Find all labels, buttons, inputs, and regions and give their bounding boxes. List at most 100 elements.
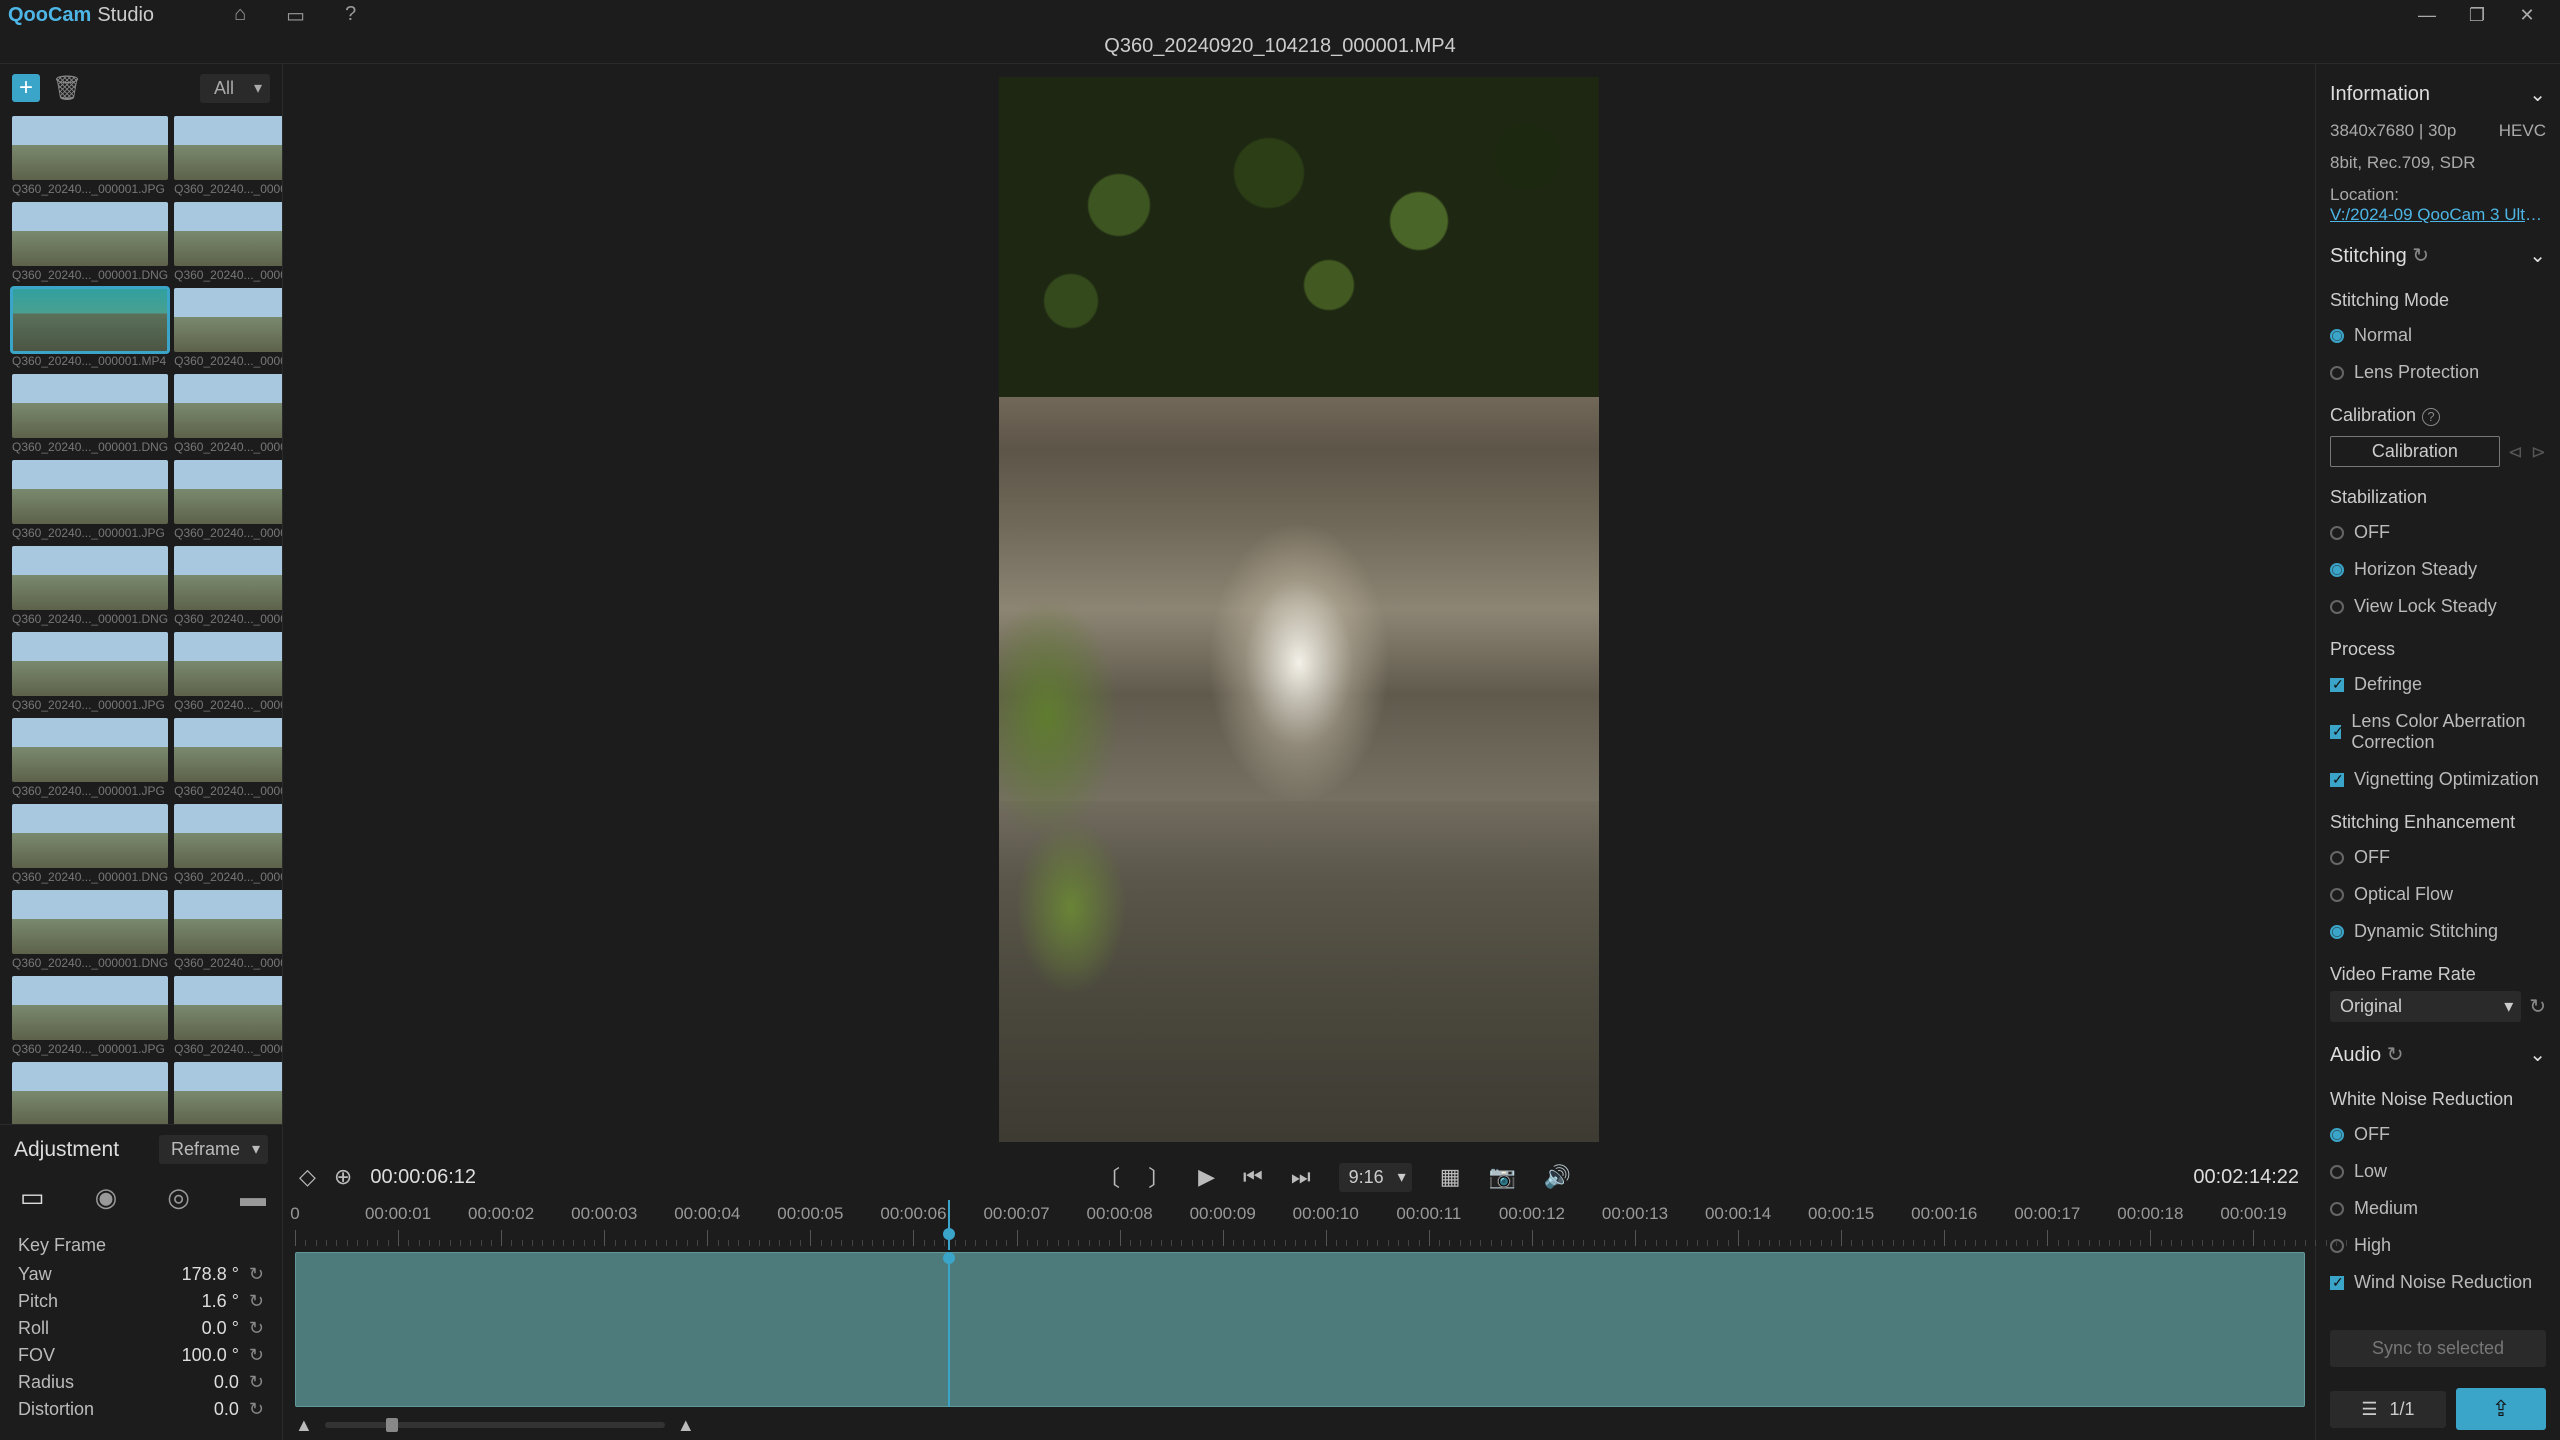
zoom-out-icon[interactable]: ▲: [295, 1415, 313, 1436]
delete-media-button[interactable]: 🗑: [52, 74, 82, 103]
enhance-opticalflow[interactable]: Optical Flow: [2330, 884, 2546, 905]
close-icon[interactable]: ✕: [2502, 5, 2552, 26]
param-fov[interactable]: FOV100.0 °↻: [18, 1345, 264, 1366]
help-icon[interactable]: ?: [345, 3, 356, 28]
export-button[interactable]: ⇪: [2456, 1388, 2546, 1430]
range-in-icon[interactable]: 〔: [1098, 1161, 1120, 1193]
tab-camera-icon[interactable]: ▭: [20, 1182, 45, 1213]
param-distortion[interactable]: Distortion0.0↻: [18, 1399, 264, 1420]
add-media-button[interactable]: +: [12, 74, 40, 102]
tab-globe-icon[interactable]: ◉: [95, 1182, 118, 1213]
timeline-ruler[interactable]: 000:00:0100:00:0200:00:0300:00:0400:00:0…: [295, 1200, 2305, 1250]
calibration-button[interactable]: Calibration: [2330, 436, 2500, 467]
media-thumbnail[interactable]: Q360_20240..._000001.JPG: [174, 718, 282, 798]
media-thumbnail[interactable]: Q360_20240..._000001.DNG: [174, 632, 282, 712]
media-thumbnail[interactable]: Q360_20240..._000001.JPG: [12, 718, 168, 798]
enhance-off[interactable]: OFF: [2330, 847, 2546, 868]
aspect-ratio-dropdown[interactable]: 9:16: [1339, 1163, 1412, 1192]
wnr-medium[interactable]: Medium: [2330, 1198, 2546, 1219]
media-thumbnail[interactable]: Q360_20240..._000001.JPG: [174, 374, 282, 454]
sync-to-selected-button[interactable]: Sync to selected: [2330, 1330, 2546, 1367]
audio-header[interactable]: Audio ↻⌄: [2330, 1042, 2546, 1067]
information-header[interactable]: Information⌄: [2330, 82, 2546, 107]
wnr-off[interactable]: OFF: [2330, 1124, 2546, 1145]
reset-icon[interactable]: ↻: [249, 1399, 264, 1420]
param-radius[interactable]: Radius0.0↻: [18, 1372, 264, 1393]
stab-horizon[interactable]: Horizon Steady: [2330, 559, 2546, 580]
snapshot-icon[interactable]: 📷: [1488, 1164, 1515, 1190]
media-thumbnail[interactable]: Q360_20240..._000001.JPG: [174, 890, 282, 970]
prev-frame-button[interactable]: ⏮: [1243, 1164, 1263, 1190]
stab-off[interactable]: OFF: [2330, 522, 2546, 543]
minimize-icon[interactable]: —: [2402, 5, 2452, 26]
volume-icon[interactable]: 🔊: [1544, 1164, 1571, 1190]
param-pitch[interactable]: Pitch1.6 °↻: [18, 1291, 264, 1312]
tab-target-icon[interactable]: ◎: [167, 1182, 190, 1213]
ruler-tick-label: 00:00:07: [983, 1204, 1049, 1224]
reset-icon[interactable]: ↻: [249, 1345, 264, 1366]
media-thumbnail[interactable]: Q360_20240..._000001.DNG: [12, 804, 168, 884]
stitch-mode-lens[interactable]: Lens Protection: [2330, 362, 2546, 383]
play-button[interactable]: ▶: [1198, 1164, 1215, 1190]
media-thumbnail[interactable]: Q360_20240..._000001.JPG: [12, 976, 168, 1056]
reset-icon[interactable]: ↻: [249, 1318, 264, 1339]
zoom-in-icon[interactable]: ▲: [677, 1415, 695, 1436]
process-vignette[interactable]: Vignetting Optimization: [2330, 769, 2546, 790]
range-out-icon[interactable]: 〕: [1148, 1161, 1170, 1193]
location-link[interactable]: V:/2024-09 QooCam 3 Ultra DCW/Q3...: [2330, 205, 2546, 225]
clip[interactable]: [295, 1252, 2305, 1407]
process-defringe[interactable]: Defringe: [2330, 674, 2546, 695]
media-thumbnail[interactable]: Q360_20240..._000001.JPG: [12, 632, 168, 712]
clip-track[interactable]: [295, 1252, 2305, 1407]
media-thumbnail[interactable]: Q360_20240..._000001.MP4: [174, 460, 282, 540]
timeline[interactable]: 000:00:0100:00:0200:00:0300:00:0400:00:0…: [283, 1200, 2315, 1440]
reset-icon[interactable]: ↻: [249, 1264, 264, 1285]
help-icon[interactable]: ?: [2422, 408, 2440, 426]
media-filter-dropdown[interactable]: All: [200, 74, 270, 103]
media-thumbnail[interactable]: Q360_20240..._000001.JPG: [12, 460, 168, 540]
wnr-high[interactable]: High: [2330, 1235, 2546, 1256]
media-thumbnail[interactable]: Q360_20240..._000001.DNG: [12, 890, 168, 970]
viewport[interactable]: [283, 64, 2315, 1154]
ruler-tick-label: 00:00:01: [365, 1204, 431, 1224]
queue-button[interactable]: ☰1/1: [2330, 1391, 2446, 1428]
maximize-icon[interactable]: ❐: [2452, 5, 2502, 26]
reset-icon[interactable]: ↻: [249, 1372, 264, 1393]
window-icon[interactable]: ▭: [286, 3, 305, 28]
process-lca[interactable]: Lens Color Aberration Correction: [2330, 711, 2546, 753]
media-thumbnail[interactable]: Q360_20240..._000001.JPG: [174, 804, 282, 884]
grid-view-icon[interactable]: ▦: [1440, 1164, 1461, 1190]
reset-icon[interactable]: ↻: [249, 1291, 264, 1312]
media-thumbnail[interactable]: Q360_20240..._000001.JPG: [174, 202, 282, 282]
tab-card-icon[interactable]: ▬: [240, 1182, 266, 1213]
next-frame-button[interactable]: ⏭: [1291, 1164, 1311, 1190]
media-thumbnail[interactable]: Q360_20240..._000001.DNG: [174, 976, 282, 1056]
adjustment-mode-dropdown[interactable]: Reframe: [159, 1135, 268, 1164]
stab-viewlock[interactable]: View Lock Steady: [2330, 596, 2546, 617]
media-thumbnail[interactable]: Q360_20240..._000001.DNG: [12, 546, 168, 626]
param-yaw[interactable]: Yaw178.8 °↻: [18, 1264, 264, 1285]
stitching-header[interactable]: Stitching ↻⌄: [2330, 243, 2546, 268]
add-keyframe-icon[interactable]: ⊕: [334, 1164, 352, 1190]
wind-noise[interactable]: Wind Noise Reduction: [2330, 1272, 2546, 1293]
media-thumbnail[interactable]: Q360_20240..._000001.DNG: [12, 374, 168, 454]
ruler-tick-label: 00:00:04: [674, 1204, 740, 1224]
reset-icon[interactable]: ↻: [2387, 1044, 2404, 1066]
media-thumbnail[interactable]: Q360_20240..._000001.DNG: [12, 202, 168, 282]
wnr-low[interactable]: Low: [2330, 1161, 2546, 1182]
stitch-mode-normal[interactable]: Normal: [2330, 325, 2546, 346]
ruler-tick-label: 00:00:02: [468, 1204, 534, 1224]
media-thumbnail[interactable]: Q360_20240..._000001.MP4: [12, 288, 168, 368]
media-thumbnail[interactable]: Q360_20240..._000001.DNG: [174, 116, 282, 196]
param-roll[interactable]: Roll0.0 °↻: [18, 1318, 264, 1339]
zoom-slider[interactable]: [325, 1422, 665, 1428]
keyframe-marker-icon[interactable]: ◇: [299, 1164, 316, 1190]
media-thumbnail[interactable]: Q360_20240..._000001.JPG: [12, 116, 168, 196]
enhance-dynamic[interactable]: Dynamic Stitching: [2330, 921, 2546, 942]
media-thumbnail[interactable]: Q360_20240..._000001.DNG: [174, 288, 282, 368]
home-icon[interactable]: ⌂: [234, 3, 246, 28]
reset-icon[interactable]: ↻: [2412, 245, 2429, 267]
vfr-dropdown[interactable]: Original: [2330, 991, 2521, 1022]
media-thumbnail[interactable]: Q360_20240..._000001.JPG: [174, 546, 282, 626]
reset-icon[interactable]: ↻: [2529, 994, 2546, 1019]
